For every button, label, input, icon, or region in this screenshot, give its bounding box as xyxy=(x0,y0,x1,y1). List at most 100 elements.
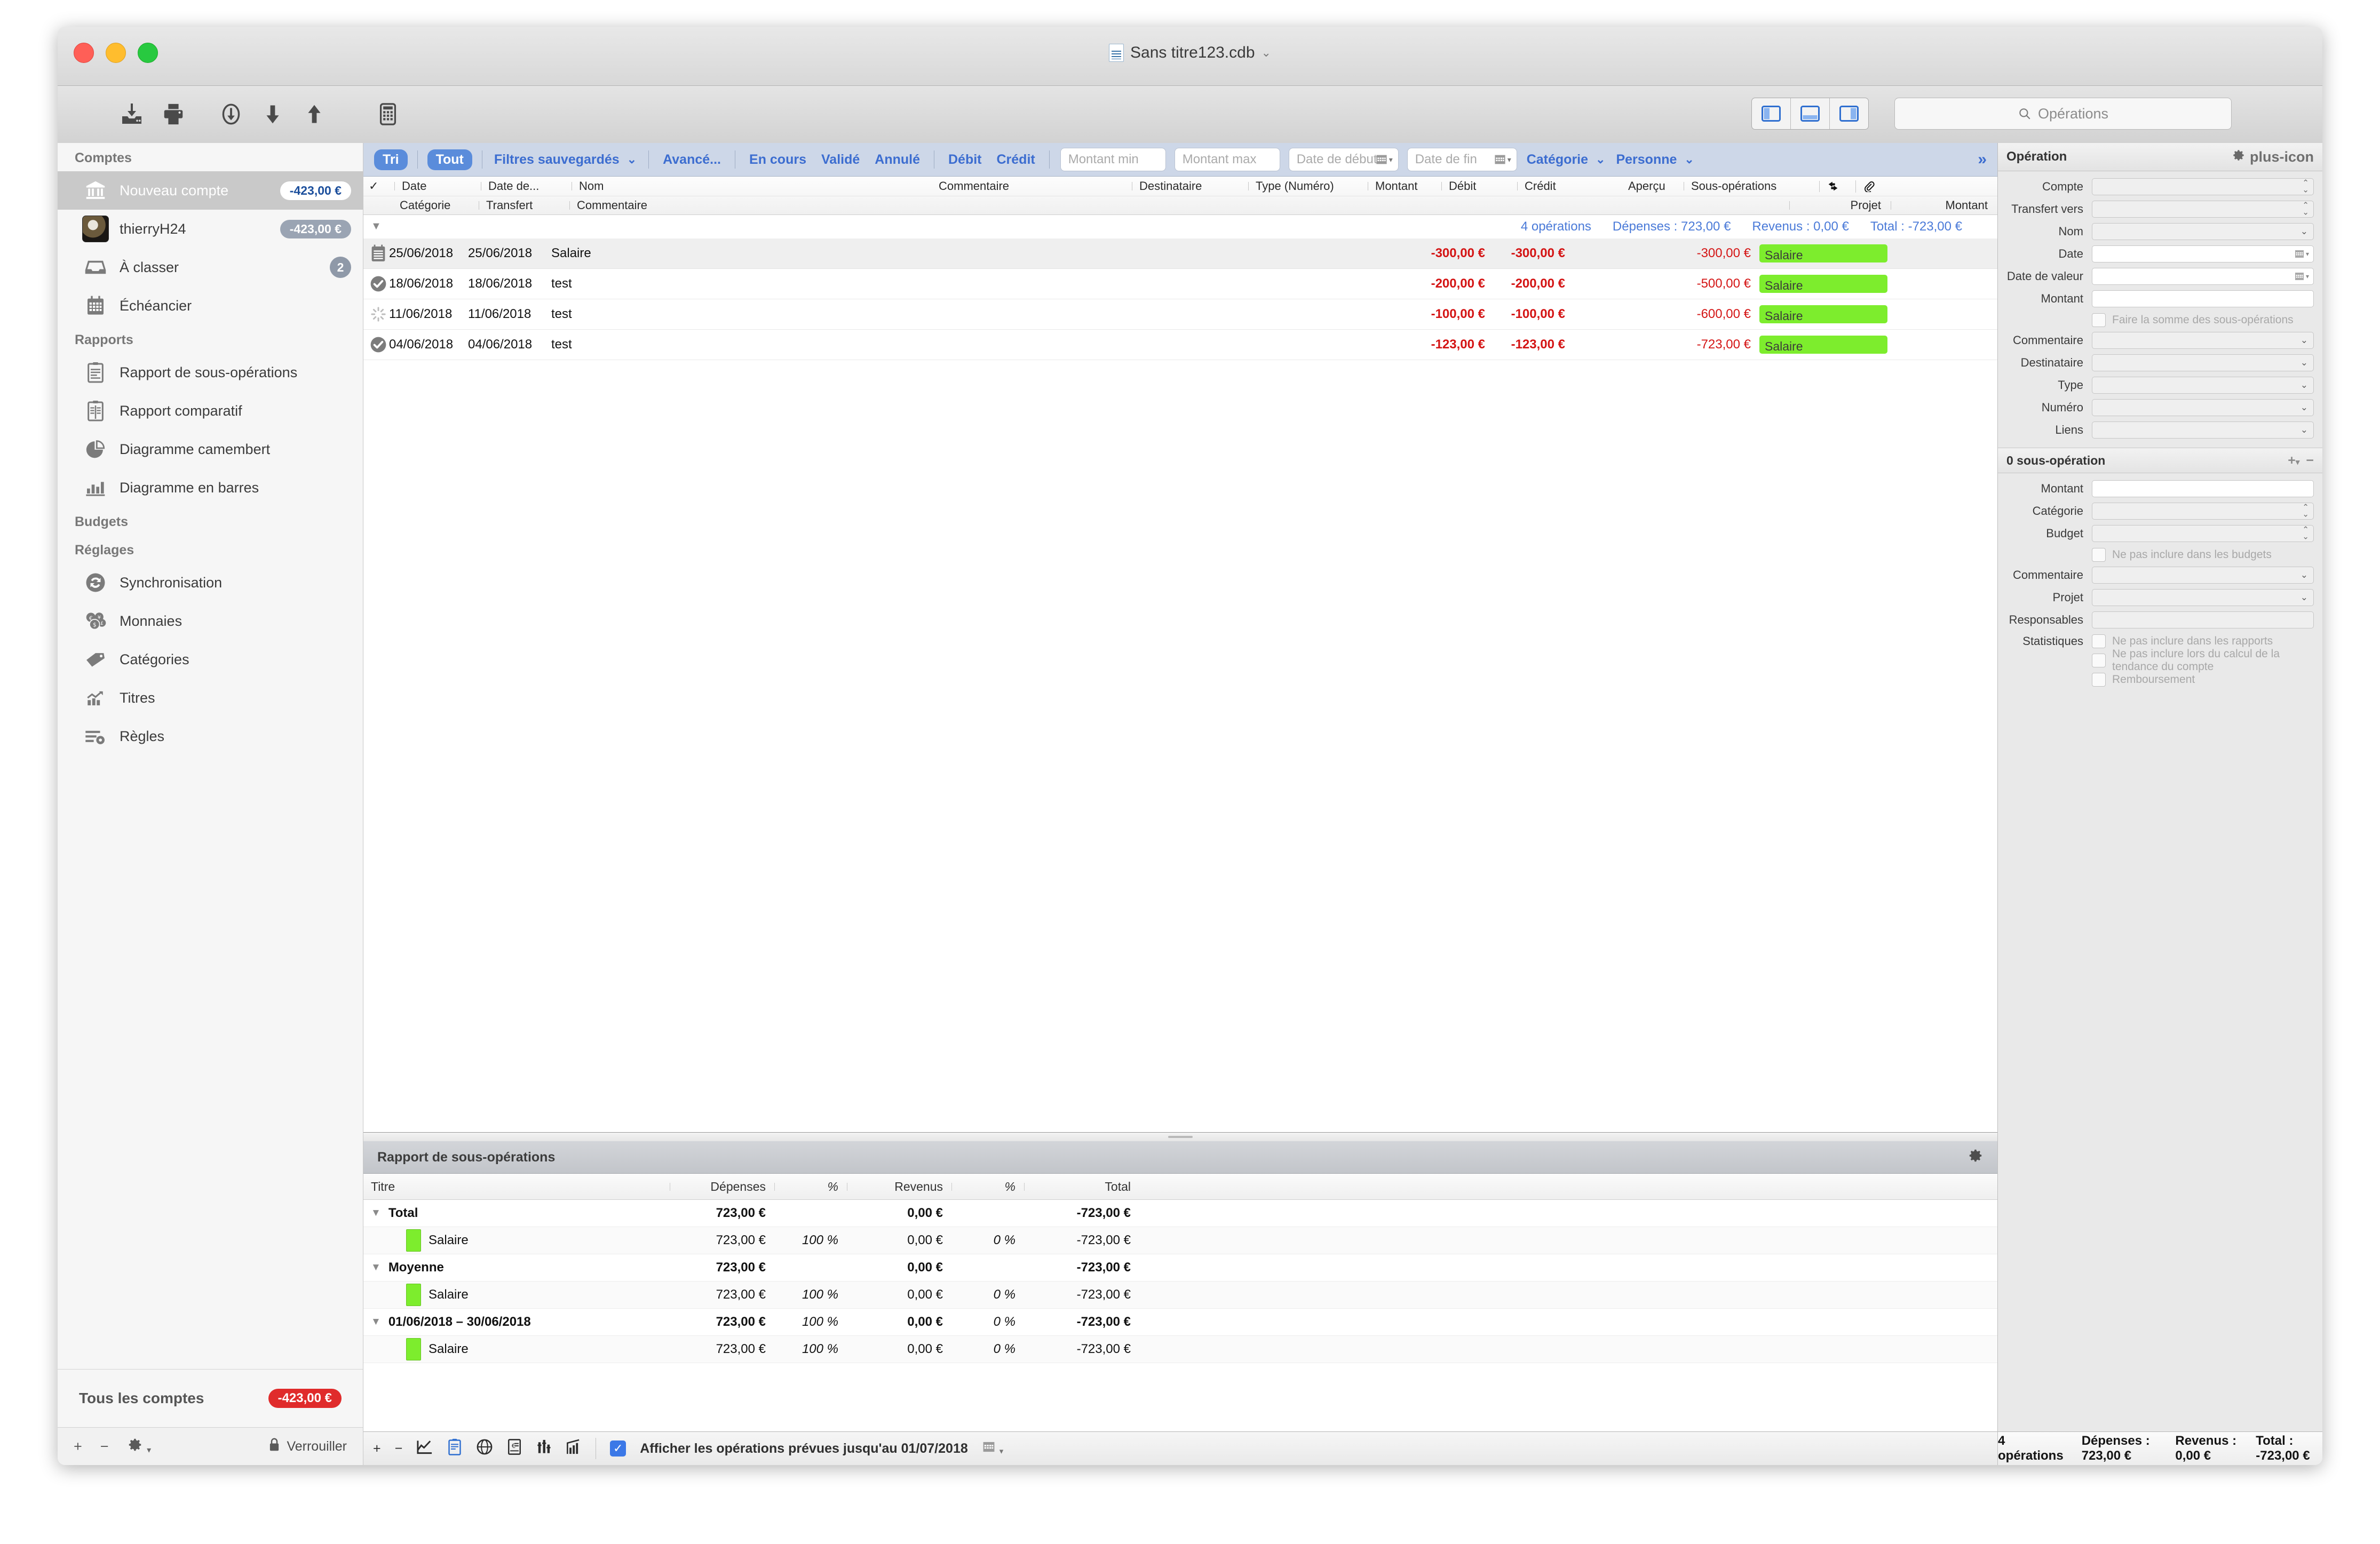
col-check[interactable]: ✓ xyxy=(363,179,394,193)
validated-icon[interactable] xyxy=(368,275,389,292)
exclude-reports-checkbox[interactable] xyxy=(2092,634,2106,648)
sub-montant-input[interactable] xyxy=(2092,480,2314,497)
col-type[interactable]: Type (Numéro) xyxy=(1248,179,1368,193)
report-gear-icon[interactable] xyxy=(1968,1148,1984,1167)
report-row[interactable]: Salaire 723,00 € 100 % 0,00 € 0 % -723,0… xyxy=(363,1227,1997,1254)
scheduled-icon[interactable] xyxy=(368,244,389,262)
col-debit[interactable]: Débit xyxy=(1441,179,1517,193)
growth-icon[interactable] xyxy=(566,1438,582,1459)
disclosure-triangle-icon[interactable]: ▼ xyxy=(371,1262,381,1274)
sidebar-item-diagramme-barres[interactable]: Diagramme en barres xyxy=(58,468,363,507)
arrow-up-icon[interactable] xyxy=(293,93,335,135)
filter-credit[interactable]: Crédit xyxy=(996,152,1035,168)
calendar-dropdown-icon[interactable]: ▾ xyxy=(2294,249,2309,259)
col-comment[interactable]: Commentaire xyxy=(931,179,1132,193)
commentaire-combo[interactable]: ⌄ xyxy=(2092,332,2314,349)
inspector-add-icon[interactable]: plus-icon xyxy=(2250,149,2314,165)
sub-commentaire-combo[interactable]: ⌄ xyxy=(2092,567,2314,584)
sidebar-item-a-classer[interactable]: À classer 2 xyxy=(58,248,363,286)
date-end-input[interactable]: Date de fin ▾ xyxy=(1407,148,1517,171)
date-input[interactable]: ▾ xyxy=(2092,245,2314,262)
calendar-dropdown-icon[interactable]: ▾ xyxy=(2294,271,2309,282)
pending-icon[interactable] xyxy=(368,306,389,323)
transfert-vers-select[interactable]: ⌃ ⌄ xyxy=(2092,201,2314,218)
liens-combo[interactable]: ⌄ xyxy=(2092,421,2314,439)
amount-min-input[interactable]: Montant min xyxy=(1060,148,1166,171)
destinataire-combo[interactable]: ⌄ xyxy=(2092,354,2314,371)
calendar-dropdown-icon[interactable]: ▾ xyxy=(1375,153,1393,166)
sidebar-item-categories[interactable]: Catégories xyxy=(58,640,363,679)
reimbursement-checkbox[interactable] xyxy=(2092,673,2106,687)
filter-debit[interactable]: Débit xyxy=(948,152,982,168)
col-category[interactable]: Catégorie xyxy=(396,198,479,212)
filter-chip-tri[interactable]: Tri xyxy=(374,149,408,170)
report-col-total[interactable]: Total xyxy=(1024,1180,1139,1194)
col-amount[interactable]: Montant xyxy=(1368,179,1441,193)
col-date[interactable]: Date xyxy=(394,179,481,193)
globe-icon[interactable] xyxy=(476,1438,493,1459)
numero-combo[interactable]: ⌄ xyxy=(2092,399,2314,416)
sidebar-item-synchronisation[interactable]: Synchronisation xyxy=(58,563,363,602)
col-suboperations[interactable]: Sous-opérations xyxy=(1684,179,1819,193)
paperclip-icon[interactable] xyxy=(1855,178,1997,195)
sidebar-left-icon[interactable] xyxy=(1752,98,1791,129)
exclude-budgets-checkbox[interactable] xyxy=(2092,548,2106,562)
invoice-icon[interactable]: € xyxy=(507,1438,522,1459)
col-name[interactable]: Nom xyxy=(572,179,931,193)
col-value-date[interactable]: Date de... xyxy=(481,179,572,193)
lock-button[interactable]: Verrouiller xyxy=(267,1437,347,1457)
report-row[interactable]: ▼ 01/06/2018 – 30/06/2018 723,00 € 100 %… xyxy=(363,1309,1997,1335)
compare-icon[interactable] xyxy=(536,1438,552,1459)
advanced-filter-button[interactable]: Avancé... xyxy=(663,152,721,168)
sidebar-add-button[interactable]: + xyxy=(74,1438,82,1455)
sidebar-gear-icon[interactable]: ▾ xyxy=(127,1437,151,1457)
table-row[interactable]: 04/06/2018 04/06/2018 test -123,00 € -12… xyxy=(363,330,1997,360)
download-circle-icon[interactable] xyxy=(210,93,252,135)
amount-max-input[interactable]: Montant max xyxy=(1174,148,1280,171)
import-icon[interactable] xyxy=(111,93,153,135)
report-row[interactable]: ▼ Moyenne 723,00 € 0,00 € -723,00 € xyxy=(363,1254,1997,1281)
sidebar-item-monnaies[interactable]: € ¥ $ £ Monnaies xyxy=(58,602,363,640)
report-col-depenses[interactable]: Dépenses xyxy=(670,1180,774,1194)
saved-filters-dropdown[interactable]: Filtres sauvegardés ⌄ xyxy=(494,152,637,168)
table-row[interactable]: 11/06/2018 11/06/2018 test -100,00 € -10… xyxy=(363,299,1997,330)
double-chevron-right-icon[interactable]: » xyxy=(1978,150,1990,169)
col-transfer[interactable]: Transfert xyxy=(479,198,569,212)
col-credit[interactable]: Crédit xyxy=(1517,179,1621,193)
filter-annule[interactable]: Annulé xyxy=(875,152,920,168)
report-col-pct1[interactable]: % xyxy=(774,1180,847,1194)
clipboard-icon[interactable] xyxy=(447,1438,462,1459)
filter-chip-tout[interactable]: Tout xyxy=(427,149,472,170)
sidebar-right-icon[interactable] xyxy=(1830,98,1868,129)
inspector-gear-icon[interactable] xyxy=(2232,148,2246,166)
arrow-down-icon[interactable] xyxy=(252,93,293,135)
print-icon[interactable] xyxy=(153,93,194,135)
calendar-dropdown-icon[interactable]: ▾ xyxy=(1494,153,1511,166)
date-valeur-input[interactable]: ▾ xyxy=(2092,268,2314,285)
type-combo[interactable]: ⌄ xyxy=(2092,377,2314,394)
calculator-icon[interactable] xyxy=(367,93,409,135)
sidebar-item-rapport-sous-operations[interactable]: Rapport de sous-opérations xyxy=(58,353,363,392)
sub-responsables-input[interactable] xyxy=(2092,611,2314,628)
sub-projet-combo[interactable]: ⌄ xyxy=(2092,589,2314,606)
sidebar-item-thierryh24[interactable]: thierryH24 -423,00 € xyxy=(58,210,363,248)
sidebar-remove-button[interactable]: − xyxy=(100,1438,109,1455)
disclosure-triangle-icon[interactable]: ▼ xyxy=(371,1316,381,1328)
compte-select[interactable]: ⌃ ⌄ xyxy=(2092,178,2314,195)
table-row[interactable]: 25/06/2018 25/06/2018 Salaire -300,00 € … xyxy=(363,238,1997,269)
category-filter-dropdown[interactable]: Catégorie ⌄ xyxy=(1527,152,1606,168)
exclude-trend-checkbox[interactable] xyxy=(2092,654,2106,667)
report-col-pct2[interactable]: % xyxy=(951,1180,1024,1194)
montant-input[interactable] xyxy=(2092,290,2314,307)
sidebar-item-nouveau-compte[interactable]: Nouveau compte -423,00 € xyxy=(58,171,363,210)
col-preview[interactable]: Aperçu xyxy=(1621,179,1684,193)
group-disclosure-triangle[interactable]: ▼ xyxy=(371,220,382,233)
table-row[interactable]: 18/06/2018 18/06/2018 test -200,00 € -20… xyxy=(363,269,1997,299)
title-chevron-down-icon[interactable]: ⌄ xyxy=(1262,46,1271,60)
report-col-titre[interactable]: Titre xyxy=(363,1180,670,1194)
suboperation-add-icon[interactable]: +▾ xyxy=(2288,453,2299,468)
report-row[interactable]: ▼ Total 723,00 € 0,00 € -723,00 € xyxy=(363,1200,1997,1227)
sidebar-item-rapport-comparatif[interactable]: Rapport comparatif xyxy=(58,392,363,430)
sidebar-item-regles[interactable]: Règles xyxy=(58,717,363,755)
report-row[interactable]: Salaire 723,00 € 100 % 0,00 € 0 % -723,0… xyxy=(363,1335,1997,1363)
